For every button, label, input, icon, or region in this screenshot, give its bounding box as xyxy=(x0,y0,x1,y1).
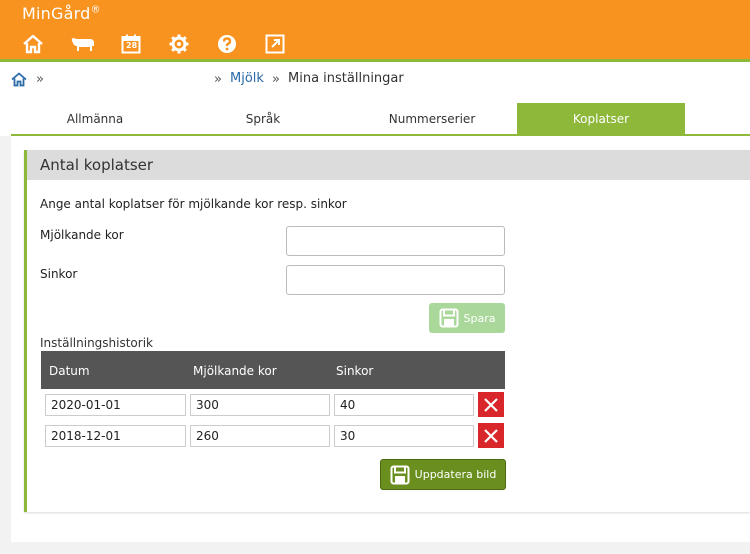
tab-koplatser[interactable]: Koplatser xyxy=(517,103,685,134)
help-icon[interactable] xyxy=(216,33,238,55)
save-button[interactable]: Spara xyxy=(429,303,505,333)
save-icon xyxy=(439,308,459,328)
tab-sprak[interactable]: Språk xyxy=(179,103,347,134)
row-milking-input[interactable] xyxy=(190,425,330,447)
dry-cows-input[interactable] xyxy=(286,265,505,295)
delete-row-button[interactable] xyxy=(478,392,504,417)
milking-cows-label: Mjölkande kor xyxy=(40,228,124,242)
column-header-milking: Mjölkande kor xyxy=(193,364,277,378)
brand-name: MinGård xyxy=(22,4,91,23)
row-date-input[interactable] xyxy=(45,394,186,416)
close-icon xyxy=(484,428,498,443)
breadcrumb-current: Mina inställningar xyxy=(288,71,404,86)
gear-icon[interactable] xyxy=(168,33,190,55)
dry-cows-label: Sinkor xyxy=(40,267,78,281)
save-icon xyxy=(390,465,410,484)
history-label: Inställningshistorik xyxy=(40,336,153,350)
delete-row-button[interactable] xyxy=(478,423,504,448)
breadcrumb-home-icon[interactable] xyxy=(11,72,27,88)
breadcrumb-link-mjolk[interactable]: Mjölk xyxy=(230,71,264,86)
tab-allmanna[interactable]: Allmänna xyxy=(11,103,179,134)
cow-icon[interactable] xyxy=(70,33,96,55)
brand-logo: MinGård® xyxy=(22,4,101,23)
settings-tabs: Allmänna Språk Nummerserier Koplatser xyxy=(0,100,750,136)
panel-title: Antal koplatser xyxy=(27,150,750,180)
history-table-header: Datum Mjölkande kor Sinkor xyxy=(41,351,505,389)
koplatser-panel: Antal koplatser Ange antal koplatser för… xyxy=(24,150,750,512)
close-icon xyxy=(484,397,498,412)
update-button-label: Uppdatera bild xyxy=(414,468,497,481)
row-milking-input[interactable] xyxy=(190,394,330,416)
home-icon[interactable] xyxy=(22,33,44,55)
breadcrumb-separator: » xyxy=(36,72,44,87)
calendar-icon[interactable]: 28 xyxy=(120,33,142,55)
breadcrumb-separator: » xyxy=(214,72,222,87)
calendar-day: 28 xyxy=(126,41,138,50)
update-button[interactable]: Uppdatera bild xyxy=(380,459,506,490)
external-link-icon[interactable] xyxy=(264,33,286,55)
row-dry-input[interactable] xyxy=(334,394,474,416)
instruction-text: Ange antal koplatser för mjölkande kor r… xyxy=(40,197,347,211)
tab-nummerserier[interactable]: Nummerserier xyxy=(347,103,517,134)
row-date-input[interactable] xyxy=(45,425,186,447)
brand-mark: ® xyxy=(90,4,101,16)
milking-cows-input[interactable] xyxy=(286,226,505,256)
column-header-date: Datum xyxy=(49,364,90,378)
breadcrumb-separator: » xyxy=(272,72,280,87)
row-dry-input[interactable] xyxy=(334,425,474,447)
breadcrumb: » » Mjölk » Mina inställningar xyxy=(0,62,750,100)
save-button-label: Spara xyxy=(463,311,496,325)
column-header-dry: Sinkor xyxy=(336,364,374,378)
top-header: MinGård® 28 xyxy=(0,0,750,62)
